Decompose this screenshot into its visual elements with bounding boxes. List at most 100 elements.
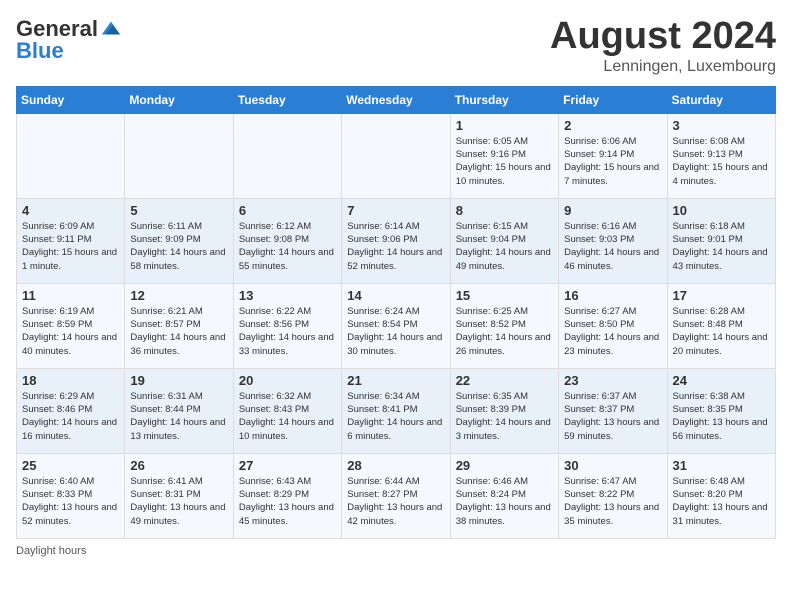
calendar-cell: 11 Sunrise: 6:19 AM Sunset: 8:59 PM Dayli…: [17, 283, 125, 368]
day-number: 20: [239, 373, 336, 388]
day-detail: Sunrise: 6:11 AM Sunset: 9:09 PM Dayligh…: [130, 220, 227, 273]
calendar-header-row: SundayMondayTuesdayWednesdayThursdayFrid…: [17, 86, 776, 113]
column-header-saturday: Saturday: [667, 86, 775, 113]
day-detail: Sunrise: 6:29 AM Sunset: 8:46 PM Dayligh…: [22, 390, 119, 443]
calendar-cell: 24 Sunrise: 6:38 AM Sunset: 8:35 PM Dayli…: [667, 368, 775, 453]
day-detail: Sunrise: 6:05 AM Sunset: 9:16 PM Dayligh…: [456, 135, 553, 188]
day-number: 30: [564, 458, 661, 473]
day-detail: Sunrise: 6:24 AM Sunset: 8:54 PM Dayligh…: [347, 305, 444, 358]
calendar-cell: 29 Sunrise: 6:46 AM Sunset: 8:24 PM Dayli…: [450, 453, 558, 538]
day-number: 24: [673, 373, 770, 388]
day-number: 2: [564, 118, 661, 133]
logo-blue-text: Blue: [16, 38, 64, 64]
calendar-cell: 17 Sunrise: 6:28 AM Sunset: 8:48 PM Dayli…: [667, 283, 775, 368]
day-number: 4: [22, 203, 119, 218]
day-detail: Sunrise: 6:28 AM Sunset: 8:48 PM Dayligh…: [673, 305, 770, 358]
calendar-cell: 30 Sunrise: 6:47 AM Sunset: 8:22 PM Dayli…: [559, 453, 667, 538]
day-number: 1: [456, 118, 553, 133]
calendar-cell: [342, 113, 450, 198]
day-number: 31: [673, 458, 770, 473]
day-number: 11: [22, 288, 119, 303]
day-detail: Sunrise: 6:19 AM Sunset: 8:59 PM Dayligh…: [22, 305, 119, 358]
day-number: 15: [456, 288, 553, 303]
day-detail: Sunrise: 6:22 AM Sunset: 8:56 PM Dayligh…: [239, 305, 336, 358]
day-detail: Sunrise: 6:48 AM Sunset: 8:20 PM Dayligh…: [673, 475, 770, 528]
calendar-cell: 27Sunrise: 6:43 AM Sunset: 8:29 PM Dayli…: [233, 453, 341, 538]
logo: General Blue: [16, 16, 122, 64]
calendar-cell: 21 Sunrise: 6:34 AM Sunset: 8:41 PM Dayli…: [342, 368, 450, 453]
column-header-monday: Monday: [125, 86, 233, 113]
day-detail: Sunrise: 6:44 AM Sunset: 8:27 PM Dayligh…: [347, 475, 444, 528]
title-block: August 2024 Lenningen, Luxembourg: [550, 16, 776, 76]
calendar-week-row: 1 Sunrise: 6:05 AM Sunset: 9:16 PM Daylig…: [17, 113, 776, 198]
day-number: 26: [130, 458, 227, 473]
calendar-week-row: 18 Sunrise: 6:29 AM Sunset: 8:46 PM Dayli…: [17, 368, 776, 453]
calendar-cell: 9Sunrise: 6:16 AM Sunset: 9:03 PM Daylig…: [559, 198, 667, 283]
day-number: 21: [347, 373, 444, 388]
calendar-cell: 26Sunrise: 6:41 AM Sunset: 8:31 PM Dayli…: [125, 453, 233, 538]
day-number: 7: [347, 203, 444, 218]
day-detail: Sunrise: 6:34 AM Sunset: 8:41 PM Dayligh…: [347, 390, 444, 443]
calendar-week-row: 25Sunrise: 6:40 AM Sunset: 8:33 PM Dayli…: [17, 453, 776, 538]
day-detail: Sunrise: 6:18 AM Sunset: 9:01 PM Dayligh…: [673, 220, 770, 273]
day-detail: Sunrise: 6:32 AM Sunset: 8:43 PM Dayligh…: [239, 390, 336, 443]
day-number: 8: [456, 203, 553, 218]
location-subtitle: Lenningen, Luxembourg: [550, 58, 776, 76]
day-detail: Sunrise: 6:38 AM Sunset: 8:35 PM Dayligh…: [673, 390, 770, 443]
day-number: 5: [130, 203, 227, 218]
calendar-cell: 12Sunrise: 6:21 AM Sunset: 8:57 PM Dayli…: [125, 283, 233, 368]
calendar-cell: 6 Sunrise: 6:12 AM Sunset: 9:08 PM Daylig…: [233, 198, 341, 283]
calendar-cell: 23 Sunrise: 6:37 AM Sunset: 8:37 PM Dayli…: [559, 368, 667, 453]
calendar-cell: [125, 113, 233, 198]
day-detail: Sunrise: 6:35 AM Sunset: 8:39 PM Dayligh…: [456, 390, 553, 443]
calendar-cell: 5 Sunrise: 6:11 AM Sunset: 9:09 PM Daylig…: [125, 198, 233, 283]
calendar-cell: 22 Sunrise: 6:35 AM Sunset: 8:39 PM Dayli…: [450, 368, 558, 453]
calendar-cell: 15 Sunrise: 6:25 AM Sunset: 8:52 PM Dayli…: [450, 283, 558, 368]
day-detail: Sunrise: 6:15 AM Sunset: 9:04 PM Dayligh…: [456, 220, 553, 273]
calendar-cell: 14Sunrise: 6:24 AM Sunset: 8:54 PM Dayli…: [342, 283, 450, 368]
calendar-cell: 8 Sunrise: 6:15 AM Sunset: 9:04 PM Daylig…: [450, 198, 558, 283]
day-number: 6: [239, 203, 336, 218]
day-detail: Sunrise: 6:31 AM Sunset: 8:44 PM Dayligh…: [130, 390, 227, 443]
calendar-cell: 13Sunrise: 6:22 AM Sunset: 8:56 PM Dayli…: [233, 283, 341, 368]
day-detail: Sunrise: 6:14 AM Sunset: 9:06 PM Dayligh…: [347, 220, 444, 273]
calendar-cell: 18 Sunrise: 6:29 AM Sunset: 8:46 PM Dayli…: [17, 368, 125, 453]
calendar-cell: 31 Sunrise: 6:48 AM Sunset: 8:20 PM Dayli…: [667, 453, 775, 538]
day-detail: Sunrise: 6:40 AM Sunset: 8:33 PM Dayligh…: [22, 475, 119, 528]
day-detail: Sunrise: 6:09 AM Sunset: 9:11 PM Dayligh…: [22, 220, 119, 273]
calendar-cell: 25Sunrise: 6:40 AM Sunset: 8:33 PM Dayli…: [17, 453, 125, 538]
day-number: 19: [130, 373, 227, 388]
column-header-thursday: Thursday: [450, 86, 558, 113]
column-header-sunday: Sunday: [17, 86, 125, 113]
day-detail: Sunrise: 6:21 AM Sunset: 8:57 PM Dayligh…: [130, 305, 227, 358]
calendar-cell: 7 Sunrise: 6:14 AM Sunset: 9:06 PM Daylig…: [342, 198, 450, 283]
calendar-week-row: 4 Sunrise: 6:09 AM Sunset: 9:11 PM Daylig…: [17, 198, 776, 283]
day-detail: Sunrise: 6:37 AM Sunset: 8:37 PM Dayligh…: [564, 390, 661, 443]
calendar-cell: 4 Sunrise: 6:09 AM Sunset: 9:11 PM Daylig…: [17, 198, 125, 283]
page-header: General Blue August 2024 Lenningen, Luxe…: [16, 16, 776, 76]
calendar-cell: 10 Sunrise: 6:18 AM Sunset: 9:01 PM Dayli…: [667, 198, 775, 283]
day-number: 28: [347, 458, 444, 473]
day-detail: Sunrise: 6:12 AM Sunset: 9:08 PM Dayligh…: [239, 220, 336, 273]
day-detail: Sunrise: 6:06 AM Sunset: 9:14 PM Dayligh…: [564, 135, 661, 188]
column-header-friday: Friday: [559, 86, 667, 113]
calendar-week-row: 11 Sunrise: 6:19 AM Sunset: 8:59 PM Dayli…: [17, 283, 776, 368]
calendar-cell: 28 Sunrise: 6:44 AM Sunset: 8:27 PM Dayli…: [342, 453, 450, 538]
day-number: 22: [456, 373, 553, 388]
day-number: 18: [22, 373, 119, 388]
day-number: 17: [673, 288, 770, 303]
day-number: 3: [673, 118, 770, 133]
day-number: 9: [564, 203, 661, 218]
calendar-cell: 1 Sunrise: 6:05 AM Sunset: 9:16 PM Daylig…: [450, 113, 558, 198]
day-number: 23: [564, 373, 661, 388]
day-number: 29: [456, 458, 553, 473]
day-detail: Sunrise: 6:25 AM Sunset: 8:52 PM Dayligh…: [456, 305, 553, 358]
day-detail: Sunrise: 6:46 AM Sunset: 8:24 PM Dayligh…: [456, 475, 553, 528]
day-detail: Sunrise: 6:27 AM Sunset: 8:50 PM Dayligh…: [564, 305, 661, 358]
calendar-cell: [233, 113, 341, 198]
day-detail: Sunrise: 6:47 AM Sunset: 8:22 PM Dayligh…: [564, 475, 661, 528]
calendar-cell: [17, 113, 125, 198]
day-number: 10: [673, 203, 770, 218]
month-year-title: August 2024: [550, 16, 776, 58]
calendar-cell: 19 Sunrise: 6:31 AM Sunset: 8:44 PM Dayli…: [125, 368, 233, 453]
